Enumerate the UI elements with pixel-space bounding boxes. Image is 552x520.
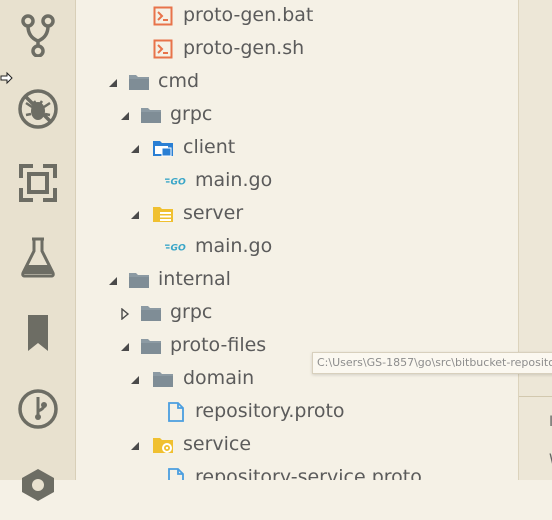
folder-icon [140, 336, 162, 356]
chevron-expanded-icon[interactable] [128, 373, 142, 387]
tree-file-row[interactable]: proto-gen.sh [76, 33, 518, 66]
folder-icon [128, 72, 150, 92]
tree-item-label: client [183, 136, 236, 158]
tree-file-row[interactable]: GO main.go [76, 165, 518, 198]
flask-icon-svg [20, 237, 55, 278]
server-folder-icon [152, 204, 174, 224]
tree-folder-row[interactable]: grpc [76, 297, 518, 330]
tree-item-label: internal [158, 268, 231, 290]
tree-item-label: main.go [195, 235, 273, 257]
tree-item-label: proto-files [170, 334, 267, 356]
tree-item-label: cmd [158, 70, 200, 92]
tree-folder-row[interactable]: grpc [76, 99, 518, 132]
flask-test-icon[interactable] [0, 222, 75, 292]
extensions-icon[interactable] [0, 148, 75, 218]
folder-icon [140, 105, 162, 125]
activity-bar [0, 0, 76, 501]
bookmark-icon[interactable] [0, 298, 75, 368]
tree-item-label: domain [183, 367, 255, 389]
tree-item-label: grpc [170, 301, 213, 323]
tree-item-label: service [183, 433, 252, 455]
tree-item-label: proto-gen.sh [183, 37, 305, 59]
tree-item-label: main.go [195, 169, 273, 191]
extensions-icon-svg [16, 162, 59, 204]
file-explorer-tree: proto-gen.bat proto-gen.sh cmd grpc client GO… [76, 0, 518, 480]
proto-file-icon [165, 402, 187, 422]
tree-folder-row[interactable]: internal [76, 264, 518, 297]
helm-icon[interactable] [0, 450, 75, 520]
git-graph-icon[interactable] [0, 374, 75, 444]
tree-file-row[interactable]: GO main.go [76, 231, 518, 264]
folder-icon [128, 270, 150, 290]
folder-icon [140, 303, 162, 323]
tree-file-row[interactable]: repository.proto [76, 396, 518, 429]
shell-script-icon [152, 39, 174, 59]
chevron-expanded-icon[interactable] [118, 109, 132, 123]
svg-text:GO: GO [171, 177, 187, 188]
editor-edge-panel: I W [518, 0, 552, 480]
git-graph-icon-svg [17, 389, 58, 429]
tree-file-row[interactable]: proto-gen.bat [76, 0, 518, 33]
tree-folder-row[interactable]: server [76, 198, 518, 231]
chevron-expanded-icon[interactable] [128, 142, 142, 156]
svg-text:GO: GO [171, 243, 187, 254]
source-control-icon[interactable] [0, 0, 75, 70]
debug-icon-svg [17, 89, 58, 129]
tree-folder-row[interactable]: client [76, 132, 518, 165]
mouse-cursor-icon [0, 71, 13, 85]
chevron-expanded-icon[interactable] [128, 208, 142, 222]
go-file-icon: GO [165, 237, 187, 257]
client-folder-icon [152, 138, 174, 158]
tree-item-label: repository.proto [195, 400, 345, 422]
proto-file-icon [165, 468, 187, 480]
tree-item-label: server [183, 202, 244, 224]
tree-file-row[interactable]: repository-service.proto [76, 462, 518, 480]
chevron-expanded-icon[interactable] [118, 340, 132, 354]
tree-folder-row[interactable]: cmd [76, 66, 518, 99]
tree-item-label: proto-gen.bat [183, 4, 314, 26]
folder-icon [152, 369, 174, 389]
helm-icon-svg [21, 469, 54, 501]
go-file-icon: GO [165, 171, 187, 191]
path-tooltip: C:\Users\GS-1857\go\src\bitbucket-reposi… [312, 352, 552, 374]
bookmark-icon-svg [27, 315, 48, 351]
service-folder-icon [152, 435, 174, 455]
tree-item-label: repository-service.proto [195, 466, 422, 480]
tree-folder-row[interactable]: service [76, 429, 518, 462]
source-control-icon-svg [20, 14, 55, 57]
chevron-expanded-icon[interactable] [106, 76, 120, 90]
chevron-expanded-icon[interactable] [128, 439, 142, 453]
panel-divider [519, 396, 552, 397]
chevron-expanded-icon[interactable] [106, 274, 120, 288]
chevron-collapsed-icon[interactable] [118, 307, 132, 321]
shell-script-icon [152, 6, 174, 26]
tree-item-label: grpc [170, 103, 213, 125]
